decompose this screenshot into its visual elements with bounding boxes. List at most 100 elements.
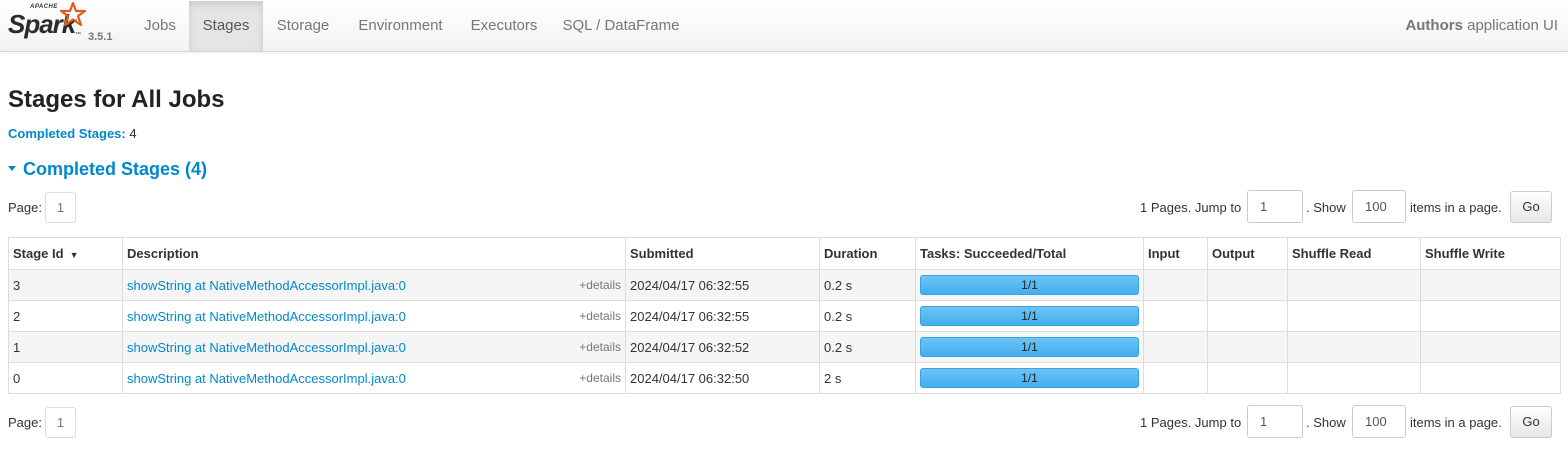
column-header-submitted[interactable]: Submitted [625,237,820,270]
table-row: 3 showString at NativeMethodAccessorImpl… [8,269,1561,301]
tab-environment[interactable]: Environment [343,1,458,51]
page-size-input[interactable]: 100 [1352,190,1406,223]
stage-id-cell: 2 [8,300,123,332]
stage-description-link[interactable]: showString at NativeMethodAccessorImpl.j… [127,278,406,293]
jump-to-input[interactable]: 1 [1247,190,1303,223]
caret-down-icon [8,166,16,172]
column-header-output[interactable]: Output [1207,237,1288,270]
description-cell: showString at NativeMethodAccessorImpl.j… [122,362,626,394]
app-title: Authors application UI [1405,0,1558,52]
stage-summary: Completed Stages: 4 [8,126,137,141]
duration-cell: 0.2 s [819,331,916,363]
pages-text: 1 Pages. Jump to [1140,200,1242,215]
input-cell [1143,300,1208,332]
navbar: APACHE Spark ™ 3.5.1 Jobs Stages Storage… [0,0,1568,52]
shuffle-read-cell [1287,331,1421,363]
submitted-cell: 2024/04/17 06:32:50 [625,362,820,394]
input-cell [1143,362,1208,394]
items-text: items in a page. [1410,200,1502,215]
input-cell [1143,331,1208,363]
page-title: Stages for All Jobs [8,86,225,113]
app-suffix: application UI [1467,17,1558,34]
duration-cell: 0.2 s [819,269,916,301]
table-row: 2 showString at NativeMethodAccessorImpl… [8,300,1561,332]
shuffle-read-cell [1287,300,1421,332]
column-header-shuffle-write[interactable]: Shuffle Write [1420,237,1561,270]
stage-id-cell: 3 [8,269,123,301]
output-cell [1207,362,1288,394]
table-row: 0 showString at NativeMethodAccessorImpl… [8,362,1561,394]
spark-version: 3.5.1 [88,31,113,43]
table-header-row: Stage Id ▼ Description Submitted Duration… [8,237,1561,270]
shuffle-write-cell [1420,269,1561,301]
tasks-cell: 1/1 [915,269,1144,301]
tasks-cell: 1/1 [915,331,1144,363]
tasks-cell: 1/1 [915,300,1144,332]
description-cell: showString at NativeMethodAccessorImpl.j… [122,269,626,301]
tasks-progress-bar: 1/1 [920,275,1139,295]
stage-id-cell: 1 [8,331,123,363]
column-header-duration[interactable]: Duration [819,237,916,270]
go-button[interactable]: Go [1510,191,1552,223]
stage-description-link[interactable]: showString at NativeMethodAccessorImpl.j… [127,309,406,324]
tasks-progress-bar: 1/1 [920,368,1139,388]
stages-table: Stage Id ▼ Description Submitted Duration… [8,237,1561,394]
submitted-cell: 2024/04/17 06:32:52 [625,331,820,363]
duration-cell: 2 s [819,362,916,394]
pager-right-bottom: 1 Pages. Jump to 1 . Show 100 items in a… [1140,405,1560,439]
shuffle-read-cell [1287,362,1421,394]
column-label: Stage Id [13,246,64,261]
table-row: 1 showString at NativeMethodAccessorImpl… [8,331,1561,363]
jump-to-input[interactable]: 1 [1247,405,1303,438]
app-name: Authors [1405,17,1463,34]
section-title: Completed Stages (4) [23,159,208,179]
tasks-cell: 1/1 [915,362,1144,394]
tab-sql-dataframe[interactable]: SQL / DataFrame [550,1,692,51]
description-cell: showString at NativeMethodAccessorImpl.j… [122,300,626,332]
sort-desc-icon: ▼ [69,250,79,260]
details-toggle[interactable]: +details [579,371,621,385]
tab-executors[interactable]: Executors [458,1,550,51]
page-label: Page: [8,200,42,215]
shuffle-write-cell [1420,300,1561,332]
column-header-tasks[interactable]: Tasks: Succeeded/Total [915,237,1144,270]
show-label: . Show [1306,415,1346,430]
details-toggle[interactable]: +details [579,309,621,323]
output-cell [1207,331,1288,363]
go-button[interactable]: Go [1510,406,1552,438]
tab-jobs[interactable]: Jobs [131,1,189,51]
spark-logo[interactable]: APACHE Spark ™ 3.5.1 [6,2,136,50]
stage-description-link[interactable]: showString at NativeMethodAccessorImpl.j… [127,371,406,386]
output-cell [1207,300,1288,332]
column-header-shuffle-read[interactable]: Shuffle Read [1287,237,1421,270]
completed-stages-header[interactable]: Completed Stages (4) [8,159,207,180]
shuffle-write-cell [1420,362,1561,394]
tab-storage[interactable]: Storage [263,1,343,51]
column-header-description[interactable]: Description [122,237,626,270]
spark-star-icon [60,2,86,27]
tasks-progress-bar: 1/1 [920,337,1139,357]
page-label: Page: [8,415,42,430]
tasks-progress-bar: 1/1 [920,306,1139,326]
input-cell [1143,269,1208,301]
page-number-button[interactable]: 1 [45,407,76,438]
stage-description-link[interactable]: showString at NativeMethodAccessorImpl.j… [127,340,406,355]
details-toggle[interactable]: +details [579,340,621,354]
page-size-input[interactable]: 100 [1352,405,1406,438]
pages-text: 1 Pages. Jump to [1140,415,1242,430]
details-toggle[interactable]: +details [579,278,621,292]
trademark-symbol: ™ [75,32,81,38]
duration-cell: 0.2 s [819,300,916,332]
column-header-input[interactable]: Input [1143,237,1208,270]
submitted-cell: 2024/04/17 06:32:55 [625,269,820,301]
column-header-stage-id[interactable]: Stage Id ▼ [8,237,123,270]
shuffle-read-cell [1287,269,1421,301]
completed-stages-link[interactable]: Completed Stages: [8,126,126,141]
description-cell: showString at NativeMethodAccessorImpl.j… [122,331,626,363]
show-label: . Show [1306,200,1346,215]
tab-stages[interactable]: Stages [189,1,263,51]
pager-right-top: 1 Pages. Jump to 1 . Show 100 items in a… [1140,190,1560,224]
page-number-button[interactable]: 1 [45,192,76,223]
stage-id-cell: 0 [8,362,123,394]
items-text: items in a page. [1410,415,1502,430]
